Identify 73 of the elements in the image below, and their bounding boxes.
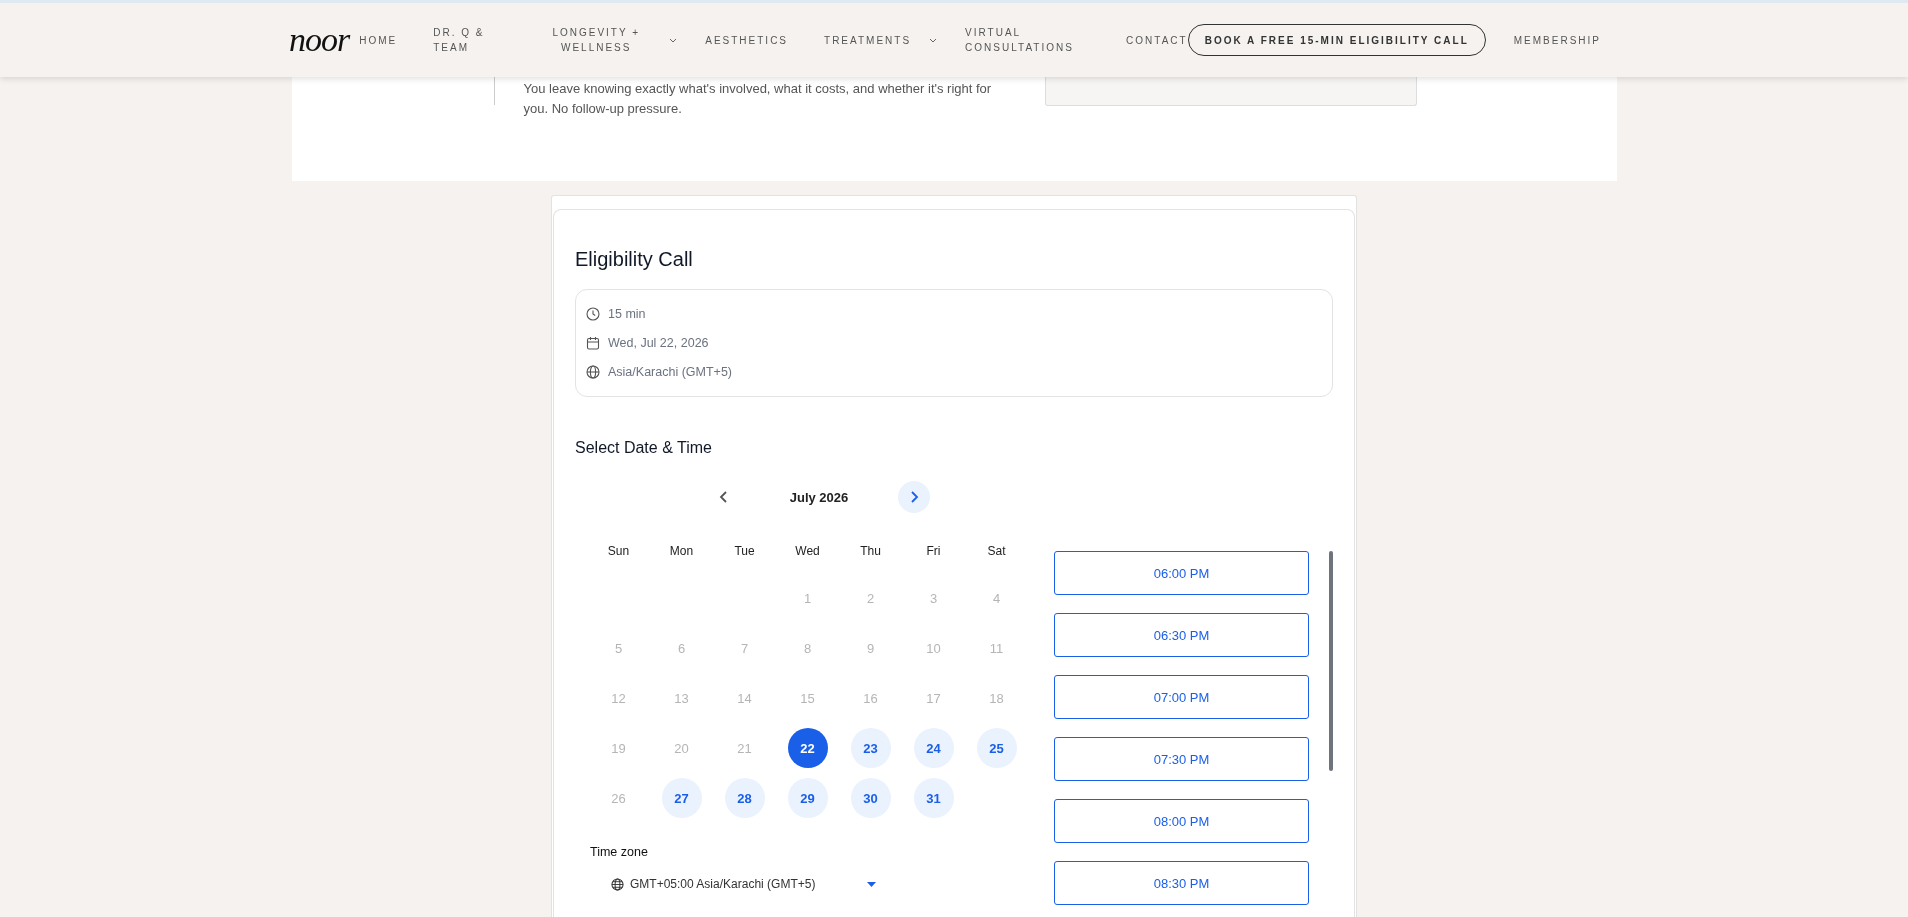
- weekday-label: Thu: [859, 544, 882, 558]
- caret-down-icon: [867, 881, 876, 887]
- calendar-day[interactable]: 24: [913, 728, 954, 768]
- time-slot-button[interactable]: 06:00 PM: [1054, 551, 1309, 595]
- next-month-button[interactable]: [898, 481, 930, 513]
- unavailable-day: 26: [611, 790, 626, 806]
- detail-text: Wed, Jul 22, 2026: [608, 336, 709, 350]
- detail-text: 15 min: [608, 307, 646, 321]
- intro-paragraph: You leave knowing exactly what's involved, what it costs, and whether it's right for you. No follow-up pressure.: [523, 80, 993, 118]
- globe-icon: [586, 365, 600, 379]
- chevron-left-icon: [719, 490, 729, 504]
- calendar-day[interactable]: 28: [724, 778, 765, 818]
- weekday-label: Wed: [794, 544, 821, 558]
- nav-link[interactable]: DR. Q & TEAM: [433, 25, 506, 55]
- unavailable-day: 7: [740, 640, 749, 656]
- unavailable-day: 18: [989, 690, 1004, 706]
- calendar-day[interactable]: 31: [913, 778, 954, 818]
- nav-link[interactable]: HOME: [359, 32, 398, 48]
- unavailable-day: 15: [800, 690, 815, 706]
- chevron-right-icon: [909, 490, 919, 504]
- unavailable-day: 19: [611, 740, 626, 756]
- section-heading: Select Date & Time: [575, 439, 713, 457]
- calendar-day[interactable]: 27: [661, 778, 702, 818]
- time-slot-button[interactable]: 07:00 PM: [1054, 675, 1309, 719]
- weekday-label: Fri: [925, 544, 942, 558]
- calendar-day[interactable]: 25: [976, 728, 1017, 768]
- calendar-icon: [586, 336, 600, 350]
- site-logo[interactable]: noor: [289, 23, 350, 57]
- unavailable-day: 8: [803, 640, 812, 656]
- timezone-select[interactable]: GMT+05:00 Asia/Karachi (GMT+5): [587, 877, 876, 891]
- time-slot-button[interactable]: 08:30 PM: [1054, 861, 1309, 905]
- unavailable-day: 21: [737, 740, 752, 756]
- unavailable-day: 12: [611, 690, 626, 706]
- time-slot-button[interactable]: 06:30 PM: [1054, 613, 1309, 657]
- unavailable-day: 17: [926, 690, 941, 706]
- chevron-down-icon: [929, 37, 938, 43]
- scrollbar[interactable]: [1329, 551, 1333, 771]
- time-slot-button[interactable]: 08:00 PM: [1054, 799, 1309, 843]
- unavailable-day: 2: [866, 590, 875, 606]
- weekday-label: Sun: [606, 544, 631, 558]
- timezone-label: Time zone: [589, 845, 649, 859]
- event-title: Eligibility Call: [575, 248, 694, 271]
- month-label: July 2026: [788, 489, 850, 505]
- nav-link[interactable]: TREATMENTS: [824, 32, 938, 48]
- unavailable-day: 5: [614, 640, 623, 656]
- unavailable-day: 9: [866, 640, 875, 656]
- unavailable-day: 4: [992, 590, 1001, 606]
- globe-icon: [611, 877, 624, 891]
- unavailable-day: 16: [863, 690, 878, 706]
- nav-link[interactable]: LONGEVITY + WELLNESS: [541, 25, 678, 55]
- nav-link[interactable]: VIRTUAL CONSULTATIONS: [965, 25, 1091, 55]
- unavailable-day: 14: [737, 690, 752, 706]
- unavailable-day: 11: [989, 640, 1004, 656]
- nav-link[interactable]: CONTACT: [1126, 32, 1188, 48]
- nav-link[interactable]: MEMBERSHIP: [1513, 32, 1601, 48]
- calendar-day[interactable]: 29: [787, 778, 828, 818]
- clock-icon: [586, 307, 600, 321]
- time-slot-button[interactable]: 07:30 PM: [1054, 737, 1309, 781]
- chevron-down-icon: [669, 37, 678, 43]
- unavailable-day: 1: [803, 590, 812, 606]
- unavailable-day: 3: [929, 590, 938, 606]
- calendar-day[interactable]: 30: [850, 778, 891, 818]
- weekday-label: Sat: [986, 544, 1007, 558]
- unavailable-day: 10: [926, 640, 941, 656]
- calendar-day[interactable]: 23: [850, 728, 891, 768]
- weekday-label: Tue: [733, 544, 756, 558]
- weekday-label: Mon: [668, 544, 695, 558]
- unavailable-day: 13: [674, 690, 689, 706]
- nav-link[interactable]: AESTHETICS: [705, 32, 789, 48]
- detail-text: Asia/Karachi (GMT+5): [608, 365, 732, 379]
- unavailable-day: 6: [677, 640, 686, 656]
- unavailable-day: 20: [674, 740, 689, 756]
- calendar-day[interactable]: 22: [787, 728, 828, 768]
